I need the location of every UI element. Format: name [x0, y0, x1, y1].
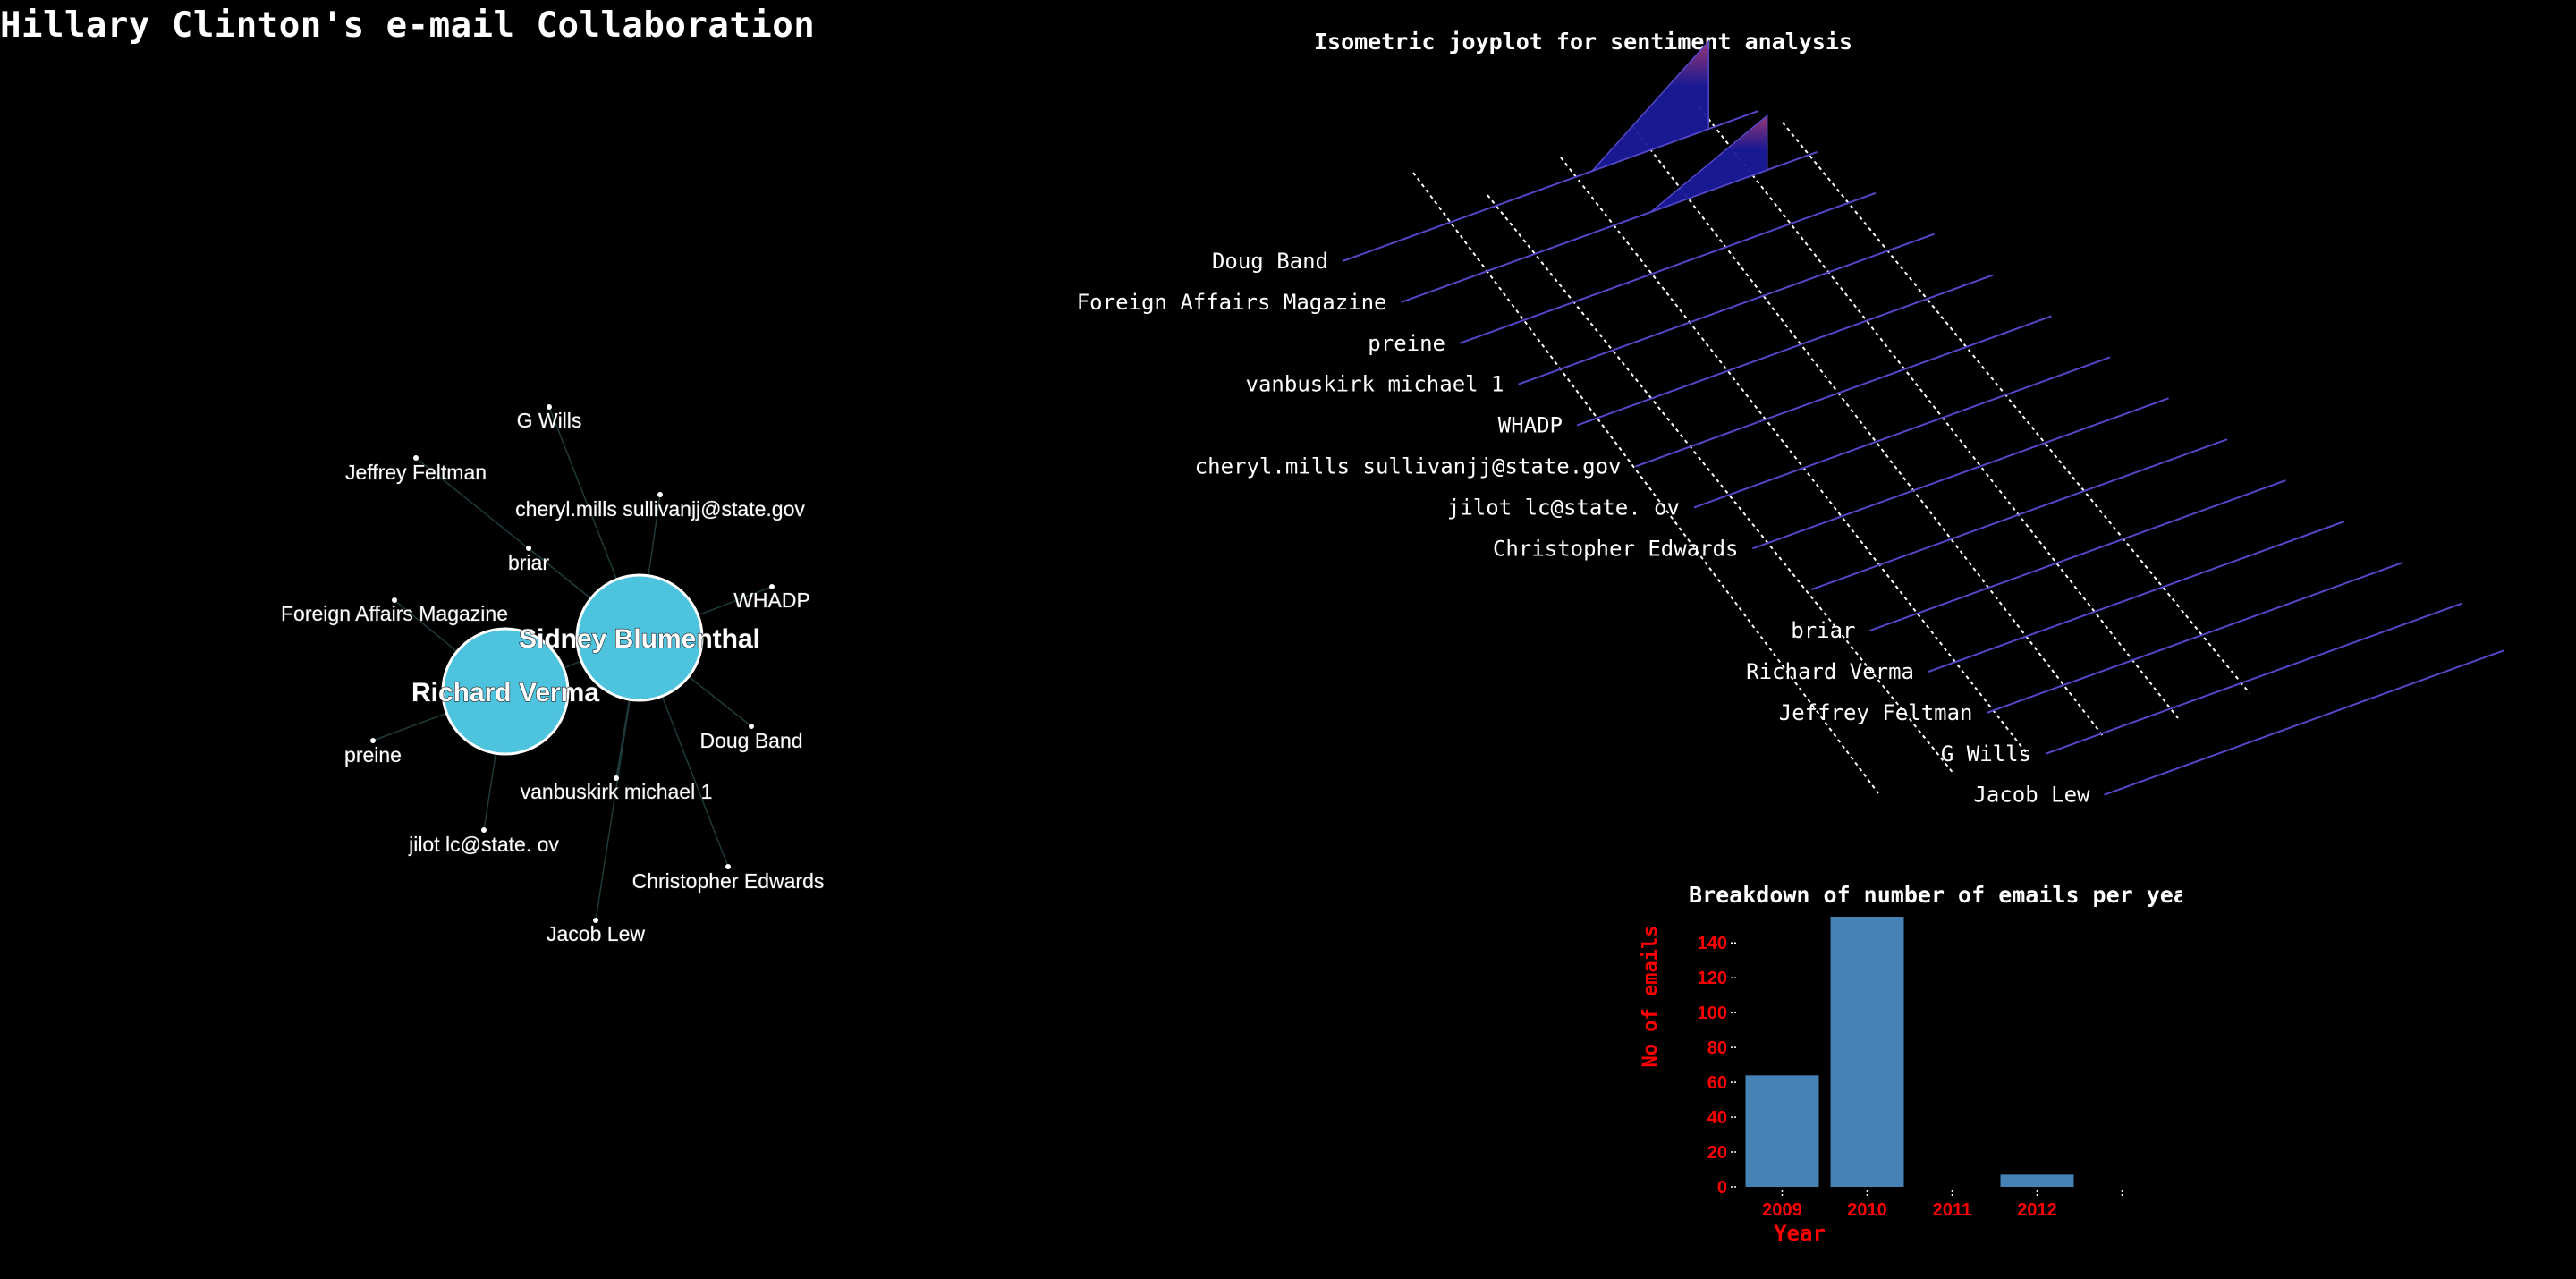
x-tick-label: 2011: [1933, 1200, 1971, 1220]
x-tick-label: 2009: [1762, 1200, 1802, 1220]
y-axis: 0 20 40 60 80 100 120 140: [1698, 934, 1737, 1198]
hub-label: Sidney Blumenthal: [519, 624, 760, 654]
node-label: vanbuskirk michael 1: [521, 780, 713, 803]
collaboration-network[interactable]: Richard Verma Sidney Blumenthal G Wills Je…: [0, 0, 894, 984]
dashed-gridline: [1487, 194, 1955, 775]
row-label: cheryl.mills sullivanjj@state.gov: [1195, 454, 1622, 479]
node-label: jilot lc@state. ov: [408, 833, 559, 856]
node-g-wills[interactable]: G Wills: [516, 404, 582, 433]
row-label: Christopher Edwards: [1493, 536, 1739, 561]
joyplot-peaks: [1591, 39, 1768, 213]
x-axis-label: Year: [1774, 1221, 1826, 1246]
node-doug-band[interactable]: Doug Band: [699, 724, 803, 753]
y-tick-label: 40: [1707, 1108, 1727, 1128]
bar-chart-title: Breakdown of number of emails per year: [1689, 882, 2182, 908]
node-label: Jacob Lew: [547, 922, 645, 945]
row-label: Doug Band: [1212, 249, 1328, 274]
node-foreign-affairs-magazine[interactable]: Foreign Affairs Magazine: [281, 597, 509, 626]
x-tick-label: 2010: [1847, 1200, 1887, 1220]
node-label: WHADP: [733, 589, 810, 612]
node-preine[interactable]: preine: [344, 738, 402, 767]
node-jeffrey-feltman[interactable]: Jeffrey Feltman: [344, 455, 487, 485]
ridge-preine: [1459, 191, 1877, 344]
bar-2009: [1745, 1075, 1819, 1187]
node-briar[interactable]: briar: [507, 546, 550, 575]
ridge-empty: [1810, 438, 2228, 591]
ridge-jilot-lc-state-ov: [1693, 356, 2111, 509]
node-christopher-edwards[interactable]: Christopher Edwards: [631, 864, 825, 894]
node-whadp[interactable]: WHADP: [733, 584, 810, 613]
bars: [1745, 917, 2074, 1187]
node-label: briar: [508, 551, 549, 574]
y-tick-label: 0: [1717, 1178, 1727, 1198]
sentiment-peak: [1591, 39, 1709, 172]
joyplot-chart: Isometric joyplot for sentiment analysis…: [1077, 29, 2504, 808]
ridge-briar: [1869, 479, 2286, 632]
node-label: Jeffrey Feltman: [345, 461, 487, 484]
y-tick-label: 120: [1698, 969, 1727, 988]
node-label: preine: [344, 743, 402, 767]
row-label: vanbuskirk michael 1: [1246, 372, 1504, 397]
y-tick-label: 20: [1707, 1143, 1727, 1163]
row-label: Richard Verma: [1746, 659, 1914, 684]
node-label: G Wills: [517, 409, 582, 432]
emails-per-year-bar-chart: Breakdown of number of emails per year N…: [1640, 882, 2182, 1246]
node-label: Doug Band: [699, 729, 802, 752]
ridge-jacob-lew: [2104, 648, 2504, 796]
ridge-christopher-edwards: [1752, 397, 2169, 550]
bar-2012: [2000, 1174, 2074, 1187]
node-label: Foreign Affairs Magazine: [281, 602, 508, 625]
dashed-gridline: [1699, 106, 2179, 719]
node-cheryl-mills-sullivanjj-state-gov[interactable]: cheryl.mills sullivanjj@state.gov: [515, 492, 806, 521]
y-tick-label: 80: [1707, 1038, 1727, 1058]
x-tick-label: 2012: [2017, 1200, 2057, 1220]
y-tick-label: 140: [1698, 934, 1727, 953]
x-axis: 2009 2010 2011 2012: [1762, 1190, 2123, 1220]
joyplot-row-labels: Doug Band Foreign Affairs Magazine preine v…: [1077, 249, 2090, 808]
y-tick-label: 60: [1707, 1073, 1727, 1093]
ridge-cheryl-mills-sullivanjj-state-gov: [1635, 315, 2052, 468]
node-jilot-lc-state-ov[interactable]: jilot lc@state. ov: [408, 827, 560, 857]
row-label: jilot lc@state. ov: [1447, 495, 1680, 520]
node-label: cheryl.mills sullivanjj@state.gov: [515, 497, 805, 521]
row-label: briar: [1791, 618, 1855, 643]
row-label: preine: [1368, 331, 1445, 356]
y-tick-label: 100: [1698, 1004, 1727, 1023]
node-vanbuskirk-michael-1[interactable]: vanbuskirk michael 1: [520, 775, 713, 804]
ridge-vanbuskirk-michael-1: [1518, 233, 1935, 385]
ridge-jeffrey-feltman: [1987, 561, 2403, 714]
node-jacob-lew[interactable]: Jacob Lew: [547, 918, 646, 946]
row-label: Jeffrey Feltman: [1779, 700, 1973, 725]
hub-label: Richard Verma: [411, 678, 599, 707]
y-axis-label: No of emails: [1640, 926, 1662, 1068]
row-label: Foreign Affairs Magazine: [1077, 290, 1387, 315]
dashed-gridline: [1631, 125, 2105, 738]
row-label: Jacob Lew: [1973, 783, 2090, 808]
ridge-richard-verma: [1928, 521, 2345, 673]
bar-2010: [1830, 917, 1904, 1187]
ridge-g-wills: [2045, 602, 2462, 755]
dashed-gridline: [1782, 122, 2250, 694]
joyplot-title: Isometric joyplot for sentiment analysis: [1314, 29, 1852, 55]
joyplot-ridges: [1342, 110, 2504, 796]
row-label: G Wills: [1941, 741, 2031, 767]
row-label: WHADP: [1498, 413, 1563, 438]
joyplot-dashed-lines: [1412, 106, 2250, 794]
node-label: Christopher Edwards: [632, 869, 825, 893]
